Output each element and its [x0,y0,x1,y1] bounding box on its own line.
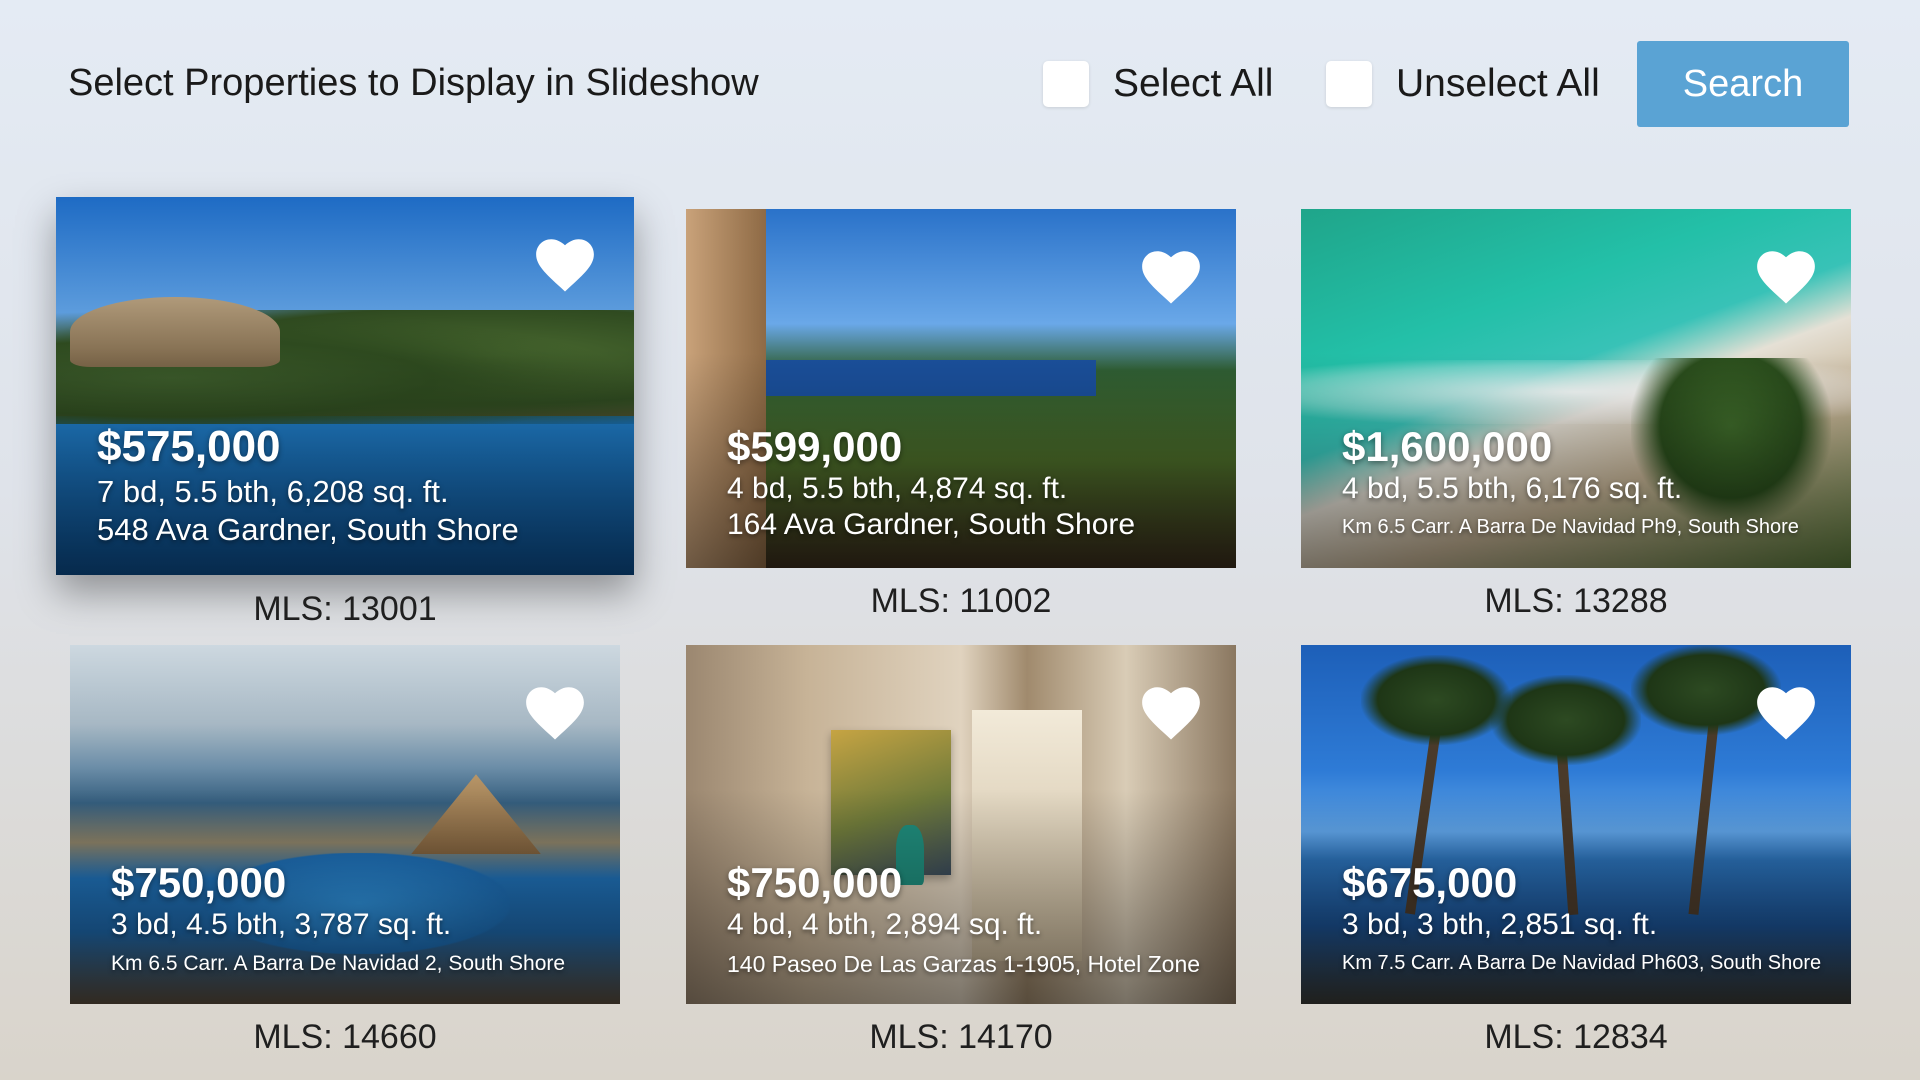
property-address: 164 Ava Gardner, South Shore [727,508,1136,541]
header: Select Properties to Display in Slidesho… [0,0,1920,170]
mls-number: MLS: 11002 [870,582,1052,620]
property-specs: 4 bd, 5.5 bth, 6,176 sq. ft. [1342,472,1683,505]
property-card[interactable]: $1,600,000 4 bd, 5.5 bth, 6,176 sq. ft. … [1301,209,1851,568]
property-price: $675,000 [1342,859,1518,906]
property-specs: 4 bd, 5.5 bth, 4,874 sq. ft. [727,472,1068,505]
property-address: Km 7.5 Carr. A Barra De Navidad Ph603, S… [1342,952,1822,974]
property-price: $1,600,000 [1342,423,1553,470]
property-price: $750,000 [111,859,287,906]
mls-number: MLS: 14660 [253,1018,437,1056]
property-specs: 7 bd, 5.5 bth, 6,208 sq. ft. [97,474,449,509]
unselect-all-label[interactable]: Unselect All [1396,62,1600,106]
property-specs: 4 bd, 4 bth, 2,894 sq. ft. [727,908,1043,941]
heart-icon[interactable] [1753,247,1819,305]
heart-icon[interactable] [1138,683,1204,741]
property-card[interactable]: $575,000 7 bd, 5.5 bth, 6,208 sq. ft. 54… [56,197,634,575]
property-specs: 3 bd, 3 bth, 2,851 sq. ft. [1342,908,1658,941]
property-card[interactable]: $675,000 3 bd, 3 bth, 2,851 sq. ft. Km 7… [1301,645,1851,1004]
property-specs: 3 bd, 4.5 bth, 3,787 sq. ft. [111,908,452,941]
property-card[interactable]: $599,000 4 bd, 5.5 bth, 4,874 sq. ft. 16… [686,209,1236,568]
mls-number: MLS: 13001 [253,590,437,628]
property-card[interactable]: $750,000 3 bd, 4.5 bth, 3,787 sq. ft. Km… [70,645,620,1004]
heart-icon[interactable] [522,683,588,741]
property-address: 548 Ava Gardner, South Shore [97,512,519,547]
select-all-label[interactable]: Select All [1113,62,1273,106]
mls-number: MLS: 13288 [1484,582,1668,620]
heart-icon[interactable] [532,235,598,293]
unselect-all-control[interactable]: Unselect All [1326,58,1600,110]
property-price: $575,000 [97,422,281,471]
unselect-all-checkbox[interactable] [1326,61,1372,107]
property-address: Km 6.5 Carr. A Barra De Navidad Ph9, Sou… [1342,516,1799,538]
mls-number: MLS: 12834 [1484,1018,1668,1056]
heart-icon[interactable] [1753,683,1819,741]
mls-number: MLS: 14170 [869,1018,1053,1056]
search-button[interactable]: Search [1637,41,1849,127]
select-all-checkbox[interactable] [1043,61,1089,107]
property-card[interactable]: $750,000 4 bd, 4 bth, 2,894 sq. ft. 140 … [686,645,1236,1004]
page-title: Select Properties to Display in Slidesho… [68,62,759,104]
property-price: $750,000 [727,859,903,906]
property-address: Km 6.5 Carr. A Barra De Navidad 2, South… [111,952,566,975]
heart-icon[interactable] [1138,247,1204,305]
property-price: $599,000 [727,423,903,470]
select-all-control[interactable]: Select All [1043,58,1273,110]
property-address: 140 Paseo De Las Garzas 1-1905, Hotel Zo… [727,951,1201,977]
